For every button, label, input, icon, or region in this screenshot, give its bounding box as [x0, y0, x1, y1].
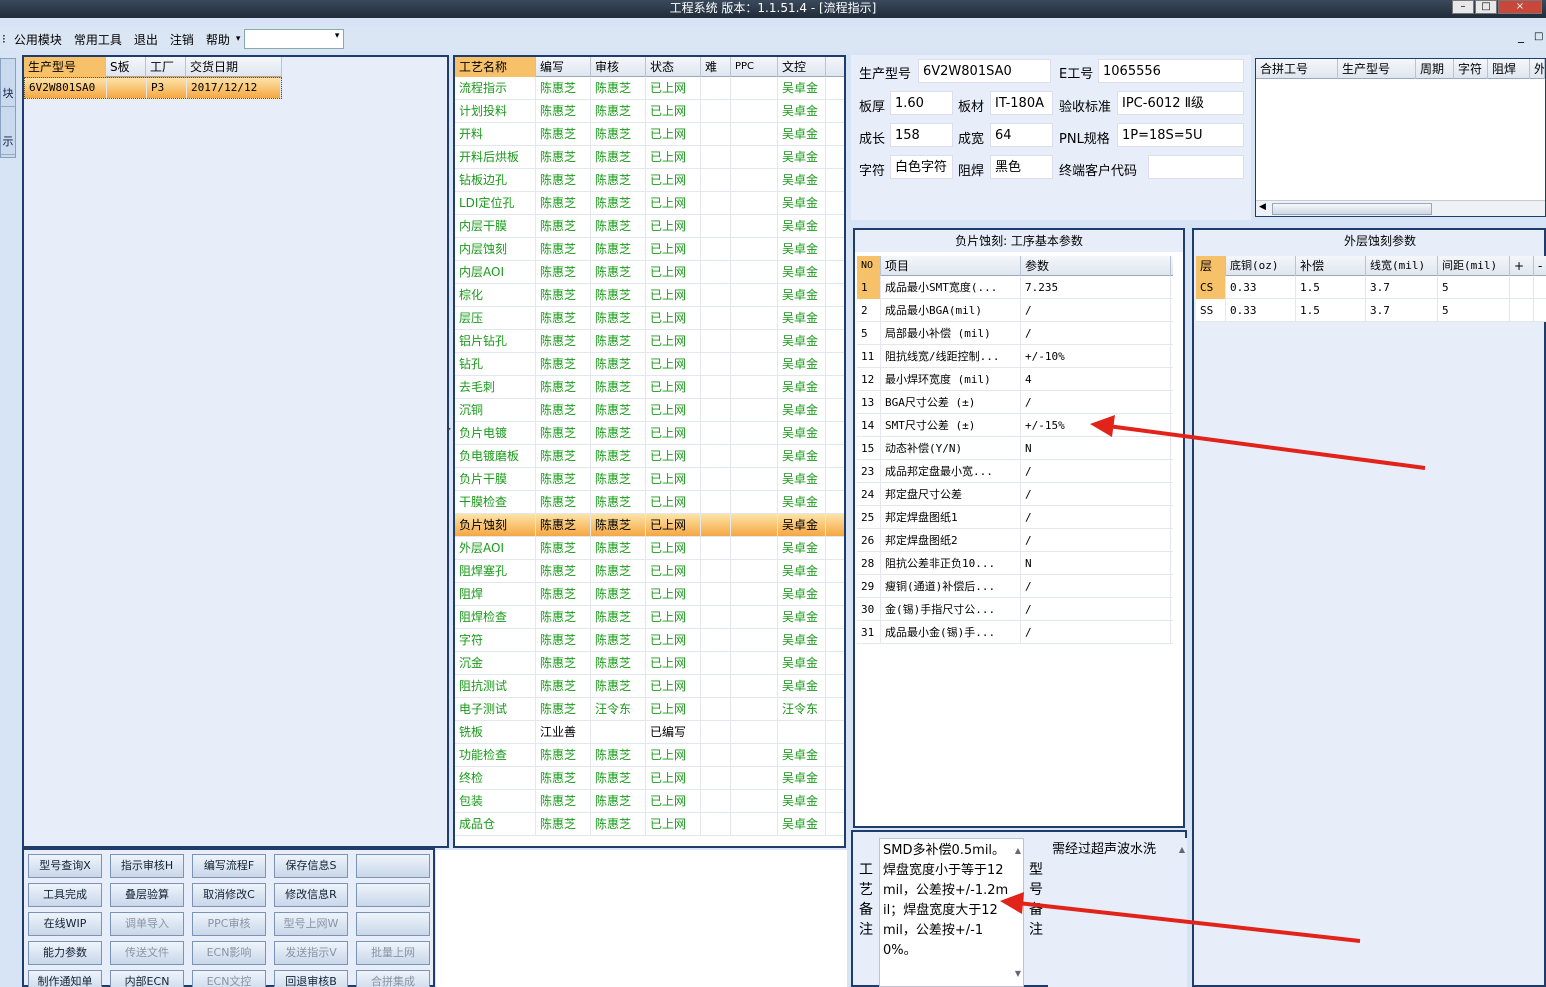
- annotation-arrows: [1000, 415, 1426, 943]
- red-arrow-top: [1090, 415, 1426, 470]
- red-arrow-bottom: [1000, 892, 1361, 943]
